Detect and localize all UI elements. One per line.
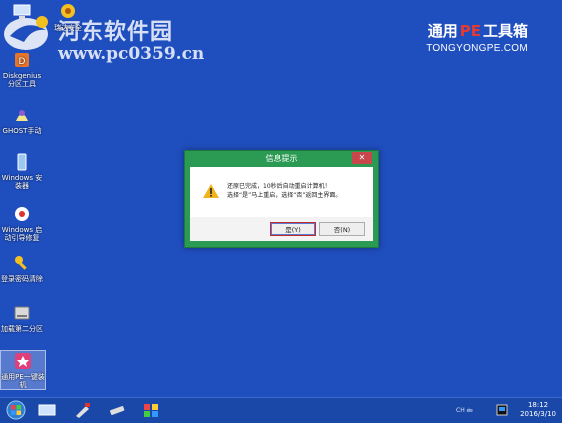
watermark-url: www.pc0359.cn — [58, 44, 205, 64]
desktop-icon-label: 瑞达安全 — [54, 24, 82, 32]
app-launcher-icon[interactable] — [142, 402, 160, 418]
boot-repair-icon — [15, 207, 29, 221]
desktop-icon-label: 登录密码清除 — [1, 275, 43, 283]
desktop-icon-boot-repair[interactable]: Windows 启动引导修复 — [0, 204, 44, 242]
desktop-icon-label: Windows 启动引导修复 — [1, 226, 43, 242]
desktop-icon-label: 加载第二分区 — [1, 325, 43, 333]
dialog-title: 信息提示 — [265, 154, 298, 163]
safety-icon — [61, 4, 75, 18]
no-button[interactable]: 否(N) — [319, 222, 365, 236]
message-line: 还原已完成，10秒后自动重启计算机！ — [227, 183, 331, 190]
clock-date: 2016/3/10 — [520, 410, 556, 418]
brand-logo: 通用 PE 工具箱 TONGYONGPE.COM — [426, 20, 528, 54]
desktop-icon-computer[interactable] — [0, 2, 44, 24]
desktop-icon-ghost[interactable]: GHOST手动 — [0, 105, 44, 135]
clock-time: 18:12 — [527, 401, 549, 409]
start-button-icon[interactable] — [6, 400, 26, 420]
svg-text:D: D — [19, 57, 26, 67]
desktop-icon-load-partition[interactable]: 加载第二分区 — [0, 303, 44, 333]
desktop: 河东软件园 www.pc0359.cn 通用 PE 工具箱 TONGYONGPE.C… — [0, 0, 562, 397]
close-button[interactable]: ✕ — [352, 152, 372, 164]
tools-icon[interactable] — [74, 402, 92, 418]
desktop-icon-label: 通用PE一键装机 — [1, 373, 45, 389]
disk-tool-icon[interactable] — [108, 402, 126, 418]
desktop-icon-safety[interactable]: 瑞达安全 — [46, 2, 90, 32]
desktop-icon-windows-installer[interactable]: Windows 安装器 — [0, 152, 44, 190]
network-icon[interactable] — [496, 404, 508, 416]
onekey-install-icon — [15, 353, 31, 369]
desktop-icon-password-clear[interactable]: 登录密码清除 — [0, 253, 44, 283]
desktop-icon-diskgenius[interactable]: D Diskgenius 分区工具 — [0, 50, 44, 88]
brand-subtitle: TONGYONGPE.COM — [426, 43, 528, 54]
info-dialog: 信息提示 ✕ 还原已完成，10秒后自动重启计算机！ 选择“是”马上重启，选择“否… — [184, 150, 379, 248]
dialog-message: 还原已完成，10秒后自动重启计算机！ 选择“是”马上重启，选择“否”返回主界面。 — [227, 182, 367, 200]
message-line: 选择“是”马上重启，选择“否”返回主界面。 — [227, 192, 342, 199]
desktop-icon-label: Diskgenius 分区工具 — [2, 72, 42, 88]
desktop-icon-label: GHOST手动 — [2, 127, 42, 135]
diskgenius-icon: D — [15, 53, 29, 67]
dialog-body: 还原已完成，10秒后自动重启计算机！ 选择“是”马上重启，选择“否”返回主界面。… — [190, 167, 373, 241]
key-icon — [15, 256, 27, 270]
taskbar: CH 🖮 18:12 2016/3/10 — [0, 397, 562, 423]
warning-icon — [203, 184, 219, 198]
brand-title: 通用 PE 工具箱 — [427, 22, 528, 40]
ghost-icon — [16, 110, 28, 121]
desktop-icon-onekey-install[interactable]: 通用PE一键装机 — [0, 350, 46, 390]
tray-status[interactable]: CH 🖮 — [456, 406, 473, 416]
yes-button[interactable]: 是(Y) — [270, 222, 316, 236]
drive-icon — [14, 306, 30, 320]
desktop-show-icon[interactable] — [38, 402, 56, 418]
clock[interactable]: 18:12 2016/3/10 — [520, 401, 556, 419]
windows-installer-icon — [17, 153, 27, 171]
computer-icon — [13, 4, 31, 19]
desktop-icon-label: Windows 安装器 — [1, 174, 43, 190]
